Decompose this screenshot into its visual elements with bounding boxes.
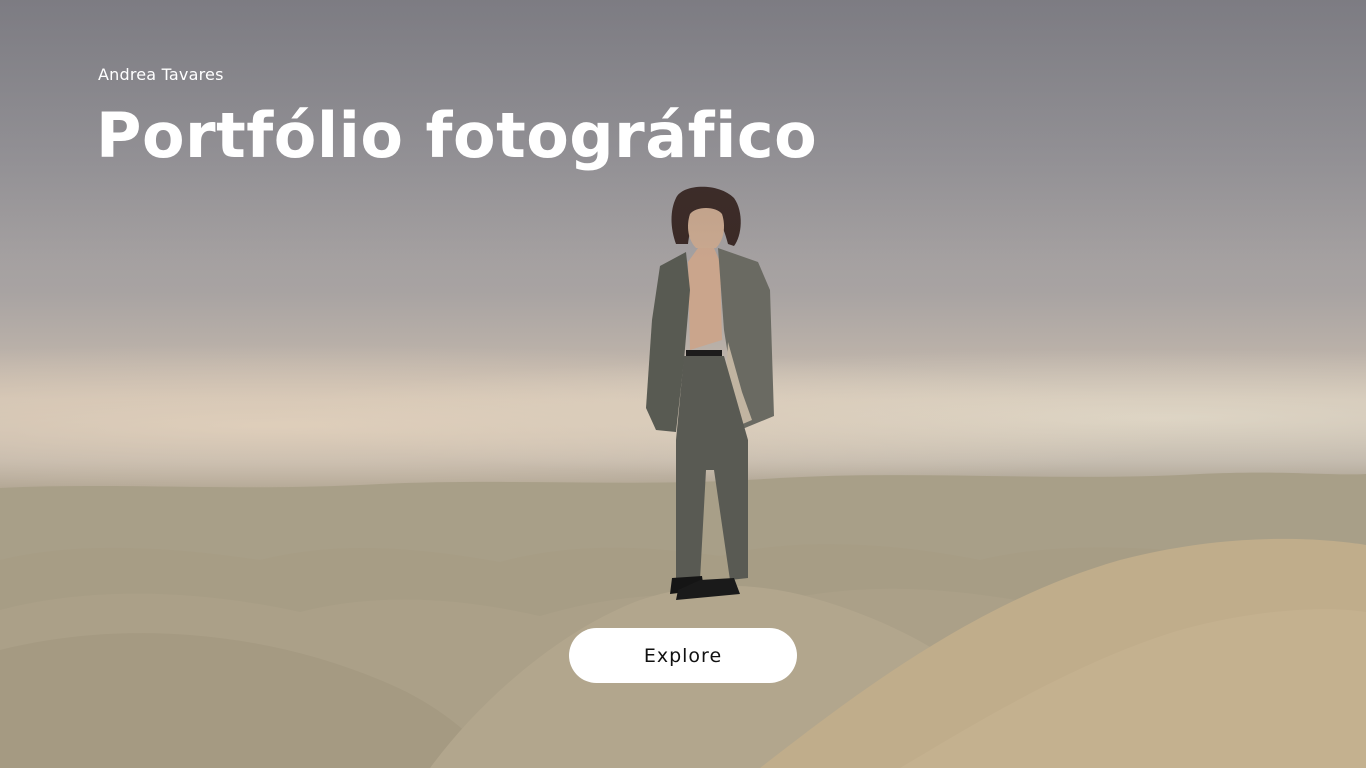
explore-button[interactable]: Explore bbox=[569, 628, 797, 683]
page-title: Portfólio fotográfico bbox=[96, 99, 818, 172]
author-name: Andrea Tavares bbox=[98, 65, 224, 84]
hero-section: Andrea Tavares Portfólio fotográfico Exp… bbox=[0, 0, 1366, 768]
